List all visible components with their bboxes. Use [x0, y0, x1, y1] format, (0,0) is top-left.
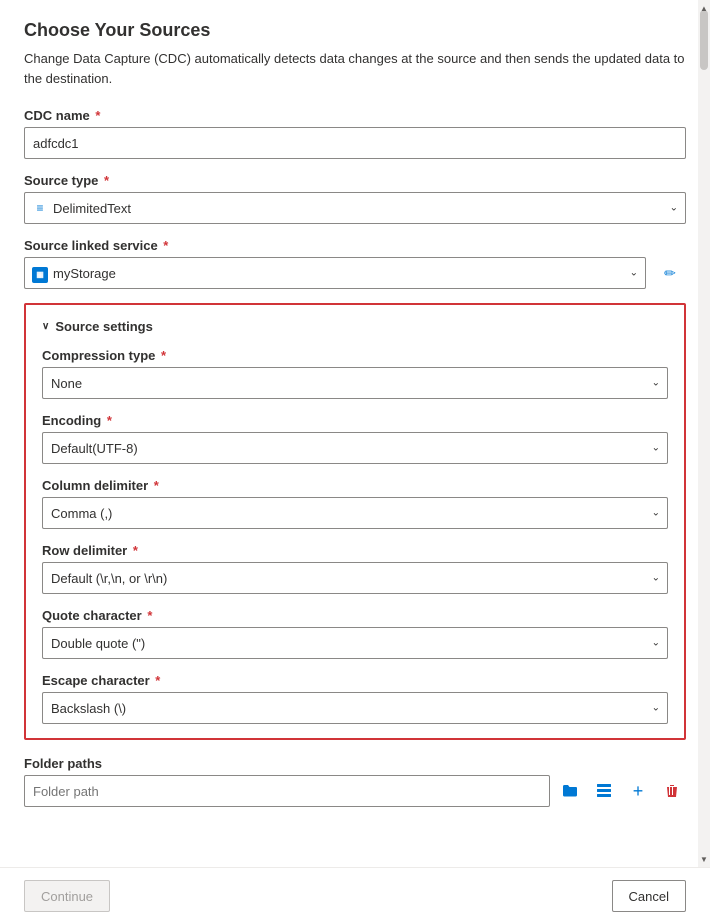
source-linked-service-label: Source linked service *	[24, 238, 686, 253]
compression-type-select[interactable]: None	[42, 367, 668, 399]
add-folder-path-button[interactable]: +	[624, 777, 652, 805]
folder-paths-group: Folder paths +	[24, 756, 686, 807]
encoding-select[interactable]: Default(UTF-8)	[42, 432, 668, 464]
source-type-group: Source type * ≡ DelimitedText ⌄	[24, 173, 686, 224]
page-description: Change Data Capture (CDC) automatically …	[24, 49, 686, 88]
compression-type-label: Compression type *	[42, 348, 668, 363]
cdc-name-label: CDC name *	[24, 108, 686, 123]
row-delimiter-group: Row delimiter * Default (\r,\n, or \r\n)…	[42, 543, 668, 594]
column-delimiter-label: Column delimiter *	[42, 478, 668, 493]
row-delimiter-select[interactable]: Default (\r,\n, or \r\n)	[42, 562, 668, 594]
scrollbar-thumb[interactable]	[700, 10, 708, 70]
source-linked-service-group: Source linked service * ▦ myStorage ⌄ ✏	[24, 238, 686, 289]
import-schema-button[interactable]	[590, 777, 618, 805]
cancel-button[interactable]: Cancel	[612, 880, 686, 912]
encoding-wrapper: Default(UTF-8) ⌄	[42, 432, 668, 464]
source-linked-service-required: *	[160, 238, 169, 253]
source-settings-header[interactable]: ∨ Source settings	[42, 319, 668, 334]
column-delimiter-group: Column delimiter * Comma (,) ⌄	[42, 478, 668, 529]
compression-type-group: Compression type * None ⌄	[42, 348, 668, 399]
scroll-up-arrow[interactable]: ▲	[698, 0, 710, 16]
source-type-wrapper: ≡ DelimitedText ⌄	[24, 192, 686, 224]
column-delimiter-select[interactable]: Comma (,)	[42, 497, 668, 529]
escape-character-label: Escape character *	[42, 673, 668, 688]
escape-character-group: Escape character * Backslash (\) ⌄	[42, 673, 668, 724]
encoding-group: Encoding * Default(UTF-8) ⌄	[42, 413, 668, 464]
encoding-label: Encoding *	[42, 413, 668, 428]
quote-character-group: Quote character * Double quote (") ⌄	[42, 608, 668, 659]
folder-paths-row: +	[24, 775, 686, 807]
cdc-name-group: CDC name *	[24, 108, 686, 159]
folder-path-input[interactable]	[24, 775, 550, 807]
escape-character-wrapper: Backslash (\) ⌄	[42, 692, 668, 724]
source-settings-box: ∨ Source settings Compression type * Non…	[24, 303, 686, 740]
page-title: Choose Your Sources	[24, 20, 686, 41]
quote-character-label: Quote character *	[42, 608, 668, 623]
quote-character-select[interactable]: Double quote (")	[42, 627, 668, 659]
source-settings-label: Source settings	[55, 319, 153, 334]
column-delimiter-wrapper: Comma (,) ⌄	[42, 497, 668, 529]
source-settings-chevron-icon: ∨	[42, 321, 49, 332]
row-delimiter-wrapper: Default (\r,\n, or \r\n) ⌄	[42, 562, 668, 594]
quote-character-wrapper: Double quote (") ⌄	[42, 627, 668, 659]
escape-character-select[interactable]: Backslash (\)	[42, 692, 668, 724]
continue-button[interactable]: Continue	[24, 880, 110, 912]
compression-type-wrapper: None ⌄	[42, 367, 668, 399]
source-type-required: *	[100, 173, 109, 188]
source-type-label: Source type *	[24, 173, 686, 188]
cdc-name-input[interactable]	[24, 127, 686, 159]
scrollbar[interactable]: ▲ ▼	[698, 0, 710, 867]
linked-service-row: ▦ myStorage ⌄ ✏	[24, 257, 686, 289]
folder-paths-label: Folder paths	[24, 756, 686, 771]
row-delimiter-label: Row delimiter *	[42, 543, 668, 558]
cdc-name-required: *	[92, 108, 101, 123]
linked-service-select[interactable]: myStorage	[24, 257, 646, 289]
footer: Continue Cancel	[0, 867, 710, 924]
source-type-select[interactable]: DelimitedText	[24, 192, 686, 224]
linked-service-select-wrapper: ▦ myStorage ⌄	[24, 257, 646, 289]
delete-folder-path-button[interactable]	[658, 777, 686, 805]
browse-folder-button[interactable]	[556, 777, 584, 805]
scroll-down-arrow[interactable]: ▼	[698, 851, 710, 867]
edit-linked-service-button[interactable]: ✏	[654, 257, 686, 289]
